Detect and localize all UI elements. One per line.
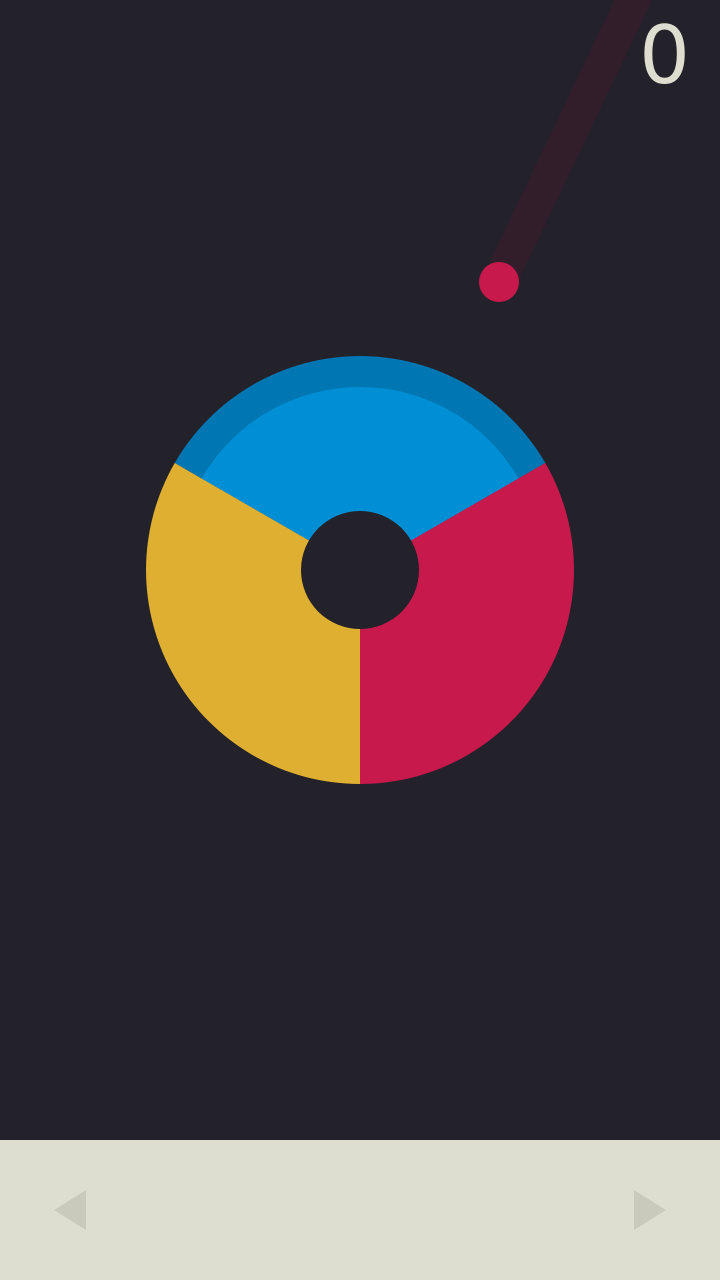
game-canvas [146, 0, 653, 784]
game-stage: 0 [0, 0, 720, 1140]
ball-trail [482, 0, 653, 299]
score-counter: 0 [639, 9, 690, 102]
triangle-left-icon [54, 1190, 86, 1230]
falling-ball [479, 262, 519, 302]
triangle-right-icon [634, 1190, 666, 1230]
wheel-hub [301, 511, 419, 629]
rotate-right-button[interactable] [580, 1140, 720, 1280]
color-wheel[interactable] [146, 356, 574, 784]
control-bar [0, 1140, 720, 1280]
rotate-left-button[interactable] [0, 1140, 140, 1280]
